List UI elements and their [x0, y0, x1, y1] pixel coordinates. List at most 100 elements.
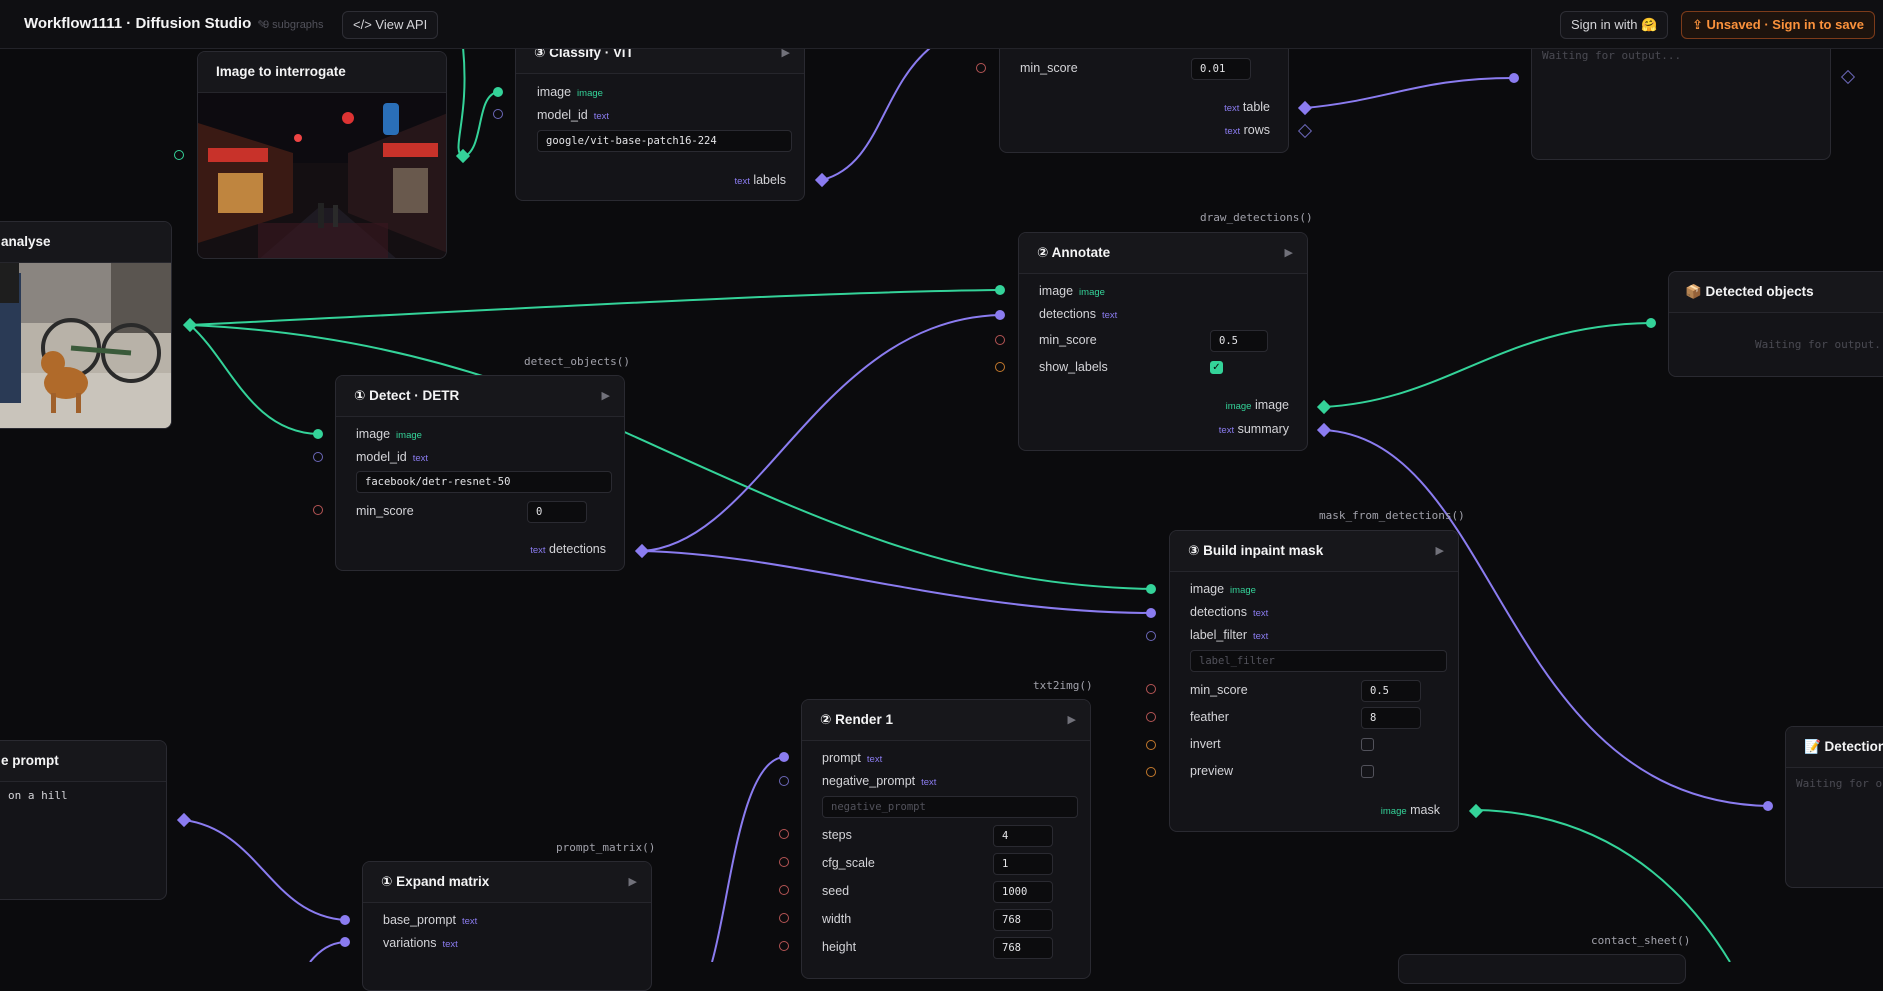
prompt-text[interactable]: on a hill: [8, 789, 68, 802]
port-image[interactable]: [1146, 584, 1156, 594]
function-name: txt2img(): [1033, 679, 1093, 692]
port-min-score[interactable]: [976, 63, 986, 73]
run-icon[interactable]: ▶: [602, 376, 610, 416]
cfg-scale-input[interactable]: 1: [993, 853, 1053, 875]
port-negative-prompt[interactable]: [779, 776, 789, 786]
sign-in-button[interactable]: Sign in with 🤗: [1560, 11, 1669, 39]
run-icon[interactable]: ▶: [629, 862, 637, 902]
port-show-labels[interactable]: [995, 362, 1005, 372]
run-icon[interactable]: ▶: [1068, 700, 1076, 740]
node-output-top[interactable]: Waiting for output...: [1531, 30, 1831, 160]
node-classify[interactable]: ③ Classify · ViT ▶ image image model_id tex…: [515, 32, 805, 201]
width-input[interactable]: 768: [993, 909, 1053, 931]
street-night-image: [198, 93, 446, 258]
show-labels-checkbox[interactable]: ✓: [1210, 361, 1223, 374]
port-min-score[interactable]: [995, 335, 1005, 345]
node-title[interactable]: ① Detect · DETR ▶: [336, 376, 624, 417]
port-invert[interactable]: [1146, 740, 1156, 750]
output-summary: text summary: [1218, 422, 1289, 436]
node-expand-matrix[interactable]: ① Expand matrix ▶ base_prompt text variati…: [362, 861, 652, 991]
input-negative-prompt: negative_prompt text: [822, 774, 937, 788]
port-min-score[interactable]: [1146, 684, 1156, 694]
workflow-title[interactable]: Workflow1111 · Diffusion Studio ✎: [24, 15, 266, 32]
waiting-text: Waiting for output...: [1542, 49, 1682, 62]
min-score-input[interactable]: 0.5: [1361, 680, 1421, 702]
node-title[interactable]: 📝 Detection: [1786, 727, 1883, 768]
node-title[interactable]: e prompt: [0, 741, 166, 782]
node-title[interactable]: ② Annotate ▶: [1019, 233, 1307, 274]
input-min-score: min_score: [356, 504, 414, 518]
input-detections: detections text: [1039, 307, 1118, 321]
node-title[interactable]: Image to interrogate: [198, 52, 446, 93]
port-seed[interactable]: [779, 885, 789, 895]
wire-image-classify-2: [462, 91, 499, 158]
port-model-id[interactable]: [493, 109, 503, 119]
port-cfg-scale[interactable]: [779, 857, 789, 867]
port-feather[interactable]: [1146, 712, 1156, 722]
input-image: image image: [537, 85, 603, 99]
save-button[interactable]: ⇪ Unsaved · Sign in to save: [1681, 11, 1876, 39]
invert-checkbox[interactable]: [1361, 738, 1374, 751]
model-id-input[interactable]: google/vit-base-patch16-224: [537, 130, 792, 152]
port-preview[interactable]: [1146, 767, 1156, 777]
min-score-input[interactable]: 0.01: [1191, 58, 1251, 80]
node-detect[interactable]: ① Detect · DETR ▶ image image model_id text…: [335, 375, 625, 571]
port-label-filter[interactable]: [1146, 631, 1156, 641]
port-image[interactable]: [493, 87, 503, 97]
input-width: width: [822, 912, 852, 926]
port-image[interactable]: [995, 285, 1005, 295]
node-title[interactable]: ② Render 1 ▶: [802, 700, 1090, 741]
view-api-button[interactable]: </> View API: [342, 11, 439, 39]
port-in[interactable]: [174, 150, 184, 160]
feather-input[interactable]: 8: [1361, 707, 1421, 729]
output-mask: image mask: [1380, 803, 1440, 817]
port-min-score[interactable]: [313, 505, 323, 515]
node-detection-summary[interactable]: 📝 Detection Waiting for o: [1785, 726, 1883, 888]
steps-input[interactable]: 4: [993, 825, 1053, 847]
node-prompt[interactable]: e prompt on a hill: [0, 740, 167, 900]
node-annotate[interactable]: ② Annotate ▶ image image detections text mi…: [1018, 232, 1308, 451]
min-score-input[interactable]: 0.5: [1210, 330, 1268, 352]
model-id-input[interactable]: facebook/detr-resnet-50: [356, 471, 612, 493]
port-image[interactable]: [313, 429, 323, 439]
node-title[interactable]: ① Expand matrix ▶: [363, 862, 651, 903]
node-title[interactable]: 📦 Detected objects: [1669, 272, 1883, 313]
port-steps[interactable]: [779, 829, 789, 839]
port-model-id[interactable]: [313, 452, 323, 462]
node-title[interactable]: analyse: [0, 222, 171, 263]
preview-checkbox[interactable]: [1361, 765, 1374, 778]
function-name: prompt_matrix(): [556, 841, 656, 854]
port-height[interactable]: [779, 941, 789, 951]
port-base-prompt[interactable]: [340, 915, 350, 925]
node-title[interactable]: ③ Build inpaint mask ▶: [1170, 531, 1458, 572]
seed-input[interactable]: 1000: [993, 881, 1053, 903]
output-labels: text labels: [734, 173, 786, 187]
wire-annotate-detected: [1323, 322, 1652, 408]
negative-prompt-input[interactable]: negative_prompt: [822, 796, 1078, 818]
min-score-input[interactable]: 0: [527, 501, 587, 523]
port-variations[interactable]: [340, 937, 350, 947]
port-detections[interactable]: [995, 310, 1005, 320]
subgraph-count: 9 subgraphs: [263, 19, 324, 31]
label-filter-input[interactable]: label_filter: [1190, 650, 1447, 672]
port-in[interactable]: [1646, 318, 1656, 328]
wire-detect-annotate: [641, 314, 1001, 552]
port-width[interactable]: [779, 913, 789, 923]
port-detections[interactable]: [1146, 608, 1156, 618]
port-prompt[interactable]: [779, 752, 789, 762]
height-input[interactable]: 768: [993, 937, 1053, 959]
port-in[interactable]: [1509, 73, 1519, 83]
output-table: text table: [1224, 100, 1270, 114]
run-icon[interactable]: ▶: [1436, 531, 1444, 571]
input-image: image image: [356, 427, 422, 441]
node-inpaint-mask[interactable]: ③ Build inpaint mask ▶ image image detecti…: [1169, 530, 1459, 832]
node-analyse[interactable]: analyse: [0, 221, 172, 429]
port-in[interactable]: [1763, 801, 1773, 811]
input-label-filter: label_filter text: [1190, 628, 1269, 642]
node-detected-objects[interactable]: 📦 Detected objects Waiting for output...: [1668, 271, 1883, 377]
run-icon[interactable]: ▶: [1285, 233, 1293, 273]
node-contact-sheet[interactable]: [1398, 954, 1686, 984]
node-image-interrogate[interactable]: Image to interrogate: [197, 51, 447, 259]
waiting-text: Waiting for output...: [1755, 338, 1883, 351]
node-render[interactable]: ② Render 1 ▶ prompt text negative_prompt te…: [801, 699, 1091, 979]
